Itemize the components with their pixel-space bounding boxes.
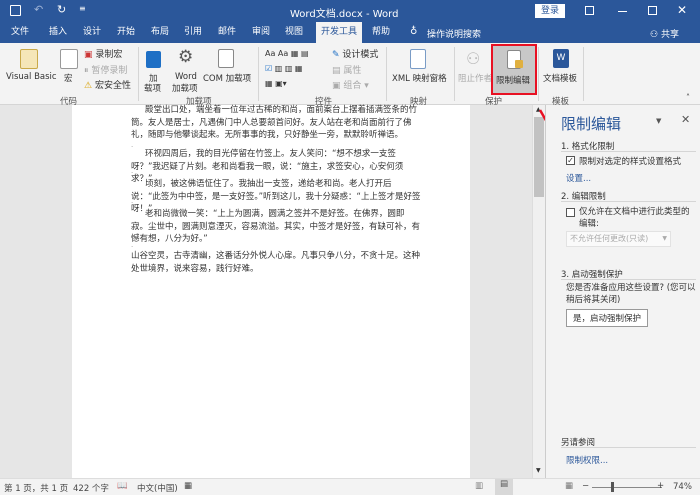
tab-review[interactable]: 审阅 (246, 22, 276, 43)
restrict-permission-link[interactable]: 限制权限... (566, 454, 608, 466)
maximize-icon[interactable] (648, 6, 657, 15)
editing-checkbox-label: 仅允许在文档中进行此类型的编辑: (579, 207, 690, 229)
start-enforcing-button[interactable]: 是，启动强制保护 (566, 309, 649, 327)
ribbon-tabs: 文件 插入 设计 开始 布局 引用 邮件 审阅 视图 开发工具 帮助 ♁ 操作说… (0, 22, 700, 43)
read-mode-icon[interactable]: ▥ (475, 481, 483, 491)
lightbulb-icon: ♁ (410, 26, 418, 37)
redo-icon[interactable]: ↻ (57, 3, 66, 16)
macro-security-button[interactable]: ⚠ 宏安全性 (84, 78, 131, 91)
properties-icon: ▤ (332, 66, 341, 76)
com-addins-button[interactable]: COM 加载项 (203, 47, 253, 93)
paragraph: 老和尚微微一笑：“上上为圆满，圆满之签并不是好签。在佛界，圆即寂。尘世中，圆满则… (131, 209, 421, 244)
zoom-slider[interactable] (592, 487, 662, 488)
pause-recording-button: ⏸ 暂停录制 (84, 66, 128, 76)
document-template-button[interactable]: W 文档模板 (541, 47, 581, 93)
legacy-tools-icons[interactable]: ▦ ▣▾ (265, 76, 309, 91)
tab-mailings[interactable]: 邮件 (212, 22, 242, 43)
pane-title: 限制编辑 (561, 115, 622, 133)
tab-design[interactable]: 设计 (77, 22, 107, 43)
ribbon-display-icon[interactable] (585, 6, 594, 15)
tab-developer[interactable]: 开发工具 (316, 22, 362, 43)
restrict-editing-pane: 限制编辑 ▼ ✕ 1. 格式化限制 ✓ 限制对选定的样式设置格式 设置... 2… (545, 105, 700, 478)
document-area: 殿堂出口处，端坐着一位年过古稀的和尚，面前案台上摆着插满签条的竹筒。友人是居士，… (0, 105, 545, 478)
design-mode-button[interactable]: ✎ 设计模式 (332, 47, 378, 60)
restrict-editing-button[interactable]: 限制编辑 (491, 44, 537, 95)
pane-close-icon[interactable]: ✕ (681, 113, 690, 126)
language[interactable]: 中文(中国) (137, 482, 178, 494)
word-addins-button[interactable]: ⚙ Word 加载项 (172, 47, 202, 94)
zoom-out-button[interactable]: − (582, 481, 589, 491)
editing-type-select: 不允许任何更改(只读) ▼ (566, 231, 671, 247)
ribbon: Visual Basic 宏 ▣ 录制宏 ⏸ 暂停录制 ⚠ 宏安全性 代码 加 … (0, 43, 700, 107)
block-authors-icon: ⚇ (466, 49, 481, 68)
zoom-in-button[interactable]: + (657, 481, 664, 491)
login-button[interactable]: 登录 (535, 4, 565, 18)
tab-layout[interactable]: 布局 (145, 22, 175, 43)
macro-record-icon[interactable]: ▦ (184, 481, 192, 491)
save-icon[interactable] (10, 5, 21, 16)
customize-qat-icon[interactable]: ≡ (79, 4, 86, 13)
window-title: Word文档.docx - Word (290, 9, 399, 20)
visual-basic-button[interactable]: Visual Basic (4, 47, 57, 91)
record-macro-button[interactable]: ▣ 录制宏 (84, 47, 122, 60)
undo-icon[interactable]: ↶ (34, 3, 43, 16)
group-button: ▣ 组合 ▾ (332, 81, 369, 91)
enforcement-text: 您是否准备应用这些设置? (您可以稍后将其关闭) (566, 283, 696, 305)
tell-me-search[interactable]: 操作说明搜索 (427, 27, 481, 40)
status-bar: 第 1 页，共 1 页 422 个字 📖 中文(中国) ▦ ▥ ▤ ▦ − + … (0, 478, 700, 495)
document-page[interactable]: 殿堂出口处，端坐着一位年过古稀的和尚，面前案台上摆着插满签条的竹筒。友人是居士，… (72, 105, 470, 478)
text-controls-icons[interactable]: Aa Aa ▦ ▤ (265, 46, 309, 61)
tab-file[interactable]: 文件 (5, 22, 35, 43)
paragraph: 殿堂出口处，端坐着一位年过古稀的和尚，面前案台上摆着插满签条的竹筒。友人是居士，… (131, 105, 418, 140)
tab-home[interactable]: 开始 (111, 22, 141, 43)
pane-options-icon[interactable]: ▼ (656, 117, 661, 125)
addins-button[interactable]: 加 载项 (143, 47, 165, 94)
scroll-down-icon[interactable]: ▼ (536, 467, 541, 474)
person-icon: ⚇ (650, 30, 659, 40)
com-addins-icon (218, 49, 234, 68)
record-icon: ▣ (84, 50, 93, 60)
zoom-level[interactable]: 74% (673, 482, 692, 492)
macros-icon (60, 49, 78, 69)
xml-mapping-icon (410, 49, 426, 69)
checkbox-controls-icons[interactable]: ☑ ▥ ▥ ▦ (265, 61, 309, 76)
print-layout-icon[interactable]: ▤ (495, 479, 513, 495)
collapse-ribbon-icon[interactable]: ˄ (686, 93, 690, 102)
warning-icon: ⚠ (84, 81, 93, 91)
content-controls[interactable]: Aa Aa ▦ ▤ ☑ ▥ ▥ ▦ ▦ ▣▾ (265, 46, 309, 91)
gear-icon: ⚙ (178, 47, 194, 67)
settings-link[interactable]: 设置... (566, 172, 591, 184)
share-button[interactable]: ⚇ 共享 (650, 27, 679, 40)
xml-mapping-pane-button[interactable]: XML 映射窗格 (390, 47, 447, 93)
macros-button[interactable]: 宏 (58, 47, 80, 91)
addins-icon (146, 51, 161, 68)
close-icon[interactable]: ✕ (677, 3, 687, 17)
tab-insert[interactable]: 插入 (43, 22, 73, 43)
formatting-checkbox[interactable]: ✓ (566, 156, 575, 165)
tab-view[interactable]: 视图 (279, 22, 309, 43)
proofing-icon[interactable]: 📖 (117, 481, 128, 491)
paragraph: 山谷空灵，古寺清幽，这番话分外悦人心扉。凡事只争八分，不贪十足。这种处世境界，说… (131, 251, 421, 274)
word-count[interactable]: 422 个字 (73, 482, 109, 494)
design-mode-icon: ✎ (332, 50, 340, 60)
word-template-icon: W (553, 49, 569, 68)
title-bar: ↶ ↻ ≡ Word文档.docx - Word 登录 ✕ (0, 0, 700, 22)
tab-references[interactable]: 引用 (178, 22, 208, 43)
zoom-slider-thumb[interactable] (611, 482, 614, 492)
page-count[interactable]: 第 1 页，共 1 页 (4, 482, 68, 494)
visual-basic-icon (20, 49, 38, 69)
group-icon: ▣ (332, 81, 341, 91)
lock-icon (515, 60, 523, 68)
block-authors-button: ⚇ 阻止作者 (458, 49, 493, 84)
pause-icon: ⏸ (84, 66, 89, 76)
minimize-icon[interactable] (618, 11, 627, 12)
formatting-checkbox-label: 限制对选定的样式设置格式 (579, 157, 682, 167)
editing-checkbox[interactable] (566, 208, 575, 217)
select-arrow-icon: ▼ (662, 235, 667, 242)
tab-help[interactable]: 帮助 (366, 22, 396, 43)
properties-button: ▤ 属性 (332, 66, 362, 76)
web-layout-icon[interactable]: ▦ (565, 481, 573, 491)
